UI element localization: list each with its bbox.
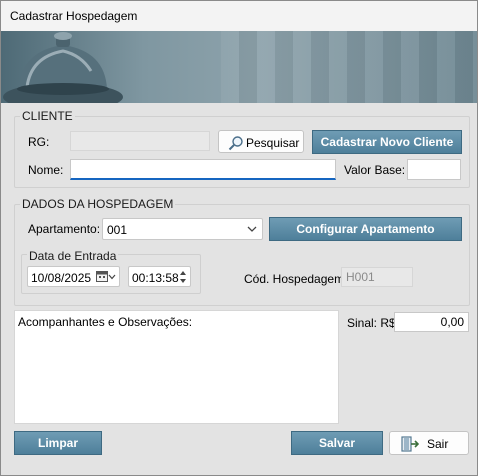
sinal-field[interactable] <box>394 312 469 332</box>
sair-button[interactable]: Sair <box>389 431 469 455</box>
new-client-button[interactable]: Cadastrar Novo Cliente <box>312 130 462 154</box>
search-button[interactable]: Pesquisar <box>218 130 304 153</box>
limpar-button[interactable]: Limpar <box>14 431 102 455</box>
exit-door-icon <box>401 436 419 452</box>
calendar-icon <box>96 271 116 282</box>
hospedagem-group-label: DADOS DA HOSPEDAGEM <box>20 197 176 211</box>
window-title: Cadastrar Hospedagem <box>10 9 138 23</box>
time-value: 00:13:58 <box>132 271 179 285</box>
spin-updown-icon[interactable] <box>179 270 187 284</box>
cod-hospedagem-field <box>341 267 413 287</box>
apartamento-value: 001 <box>107 223 128 237</box>
rg-label: RG: <box>28 135 50 149</box>
magnifier-icon <box>228 136 243 151</box>
nome-label: Nome: <box>28 163 64 177</box>
title-bar: Cadastrar Hospedagem <box>1 1 477 31</box>
apartamento-select[interactable]: 001 <box>102 218 263 240</box>
valor-base-label: Valor Base: <box>344 163 406 177</box>
chevron-down-icon <box>247 226 257 232</box>
nome-field[interactable] <box>70 159 336 180</box>
main-window: Cadastrar Hospedagem CLIENTE RG: Pesquis… <box>0 0 478 476</box>
observacoes-label: Acompanhantes e Observações: <box>18 315 193 329</box>
cliente-group-label: CLIENTE <box>20 109 75 123</box>
valor-base-field[interactable] <box>407 159 461 180</box>
configure-apartment-button[interactable]: Configurar Apartamento <box>269 217 462 241</box>
rg-field[interactable] <box>70 131 210 151</box>
data-entrada-label: Data de Entrada <box>27 249 119 263</box>
cod-hospedagem-label: Cód. Hospedagem: <box>244 272 348 286</box>
banner-texture <box>221 31 477 103</box>
sair-button-label: Sair <box>427 437 449 451</box>
sinal-label: Sinal: R$ <box>347 316 396 330</box>
date-value: 10/08/2025 <box>31 271 92 285</box>
reception-bell-image <box>3 32 123 103</box>
time-picker[interactable]: 00:13:58 <box>128 266 191 287</box>
apartamento-label: Apartamento: <box>28 222 101 236</box>
date-picker[interactable]: 10/08/2025 <box>27 266 120 287</box>
form-content: CLIENTE RG: Pesquisar Cadastrar Novo Cli… <box>1 103 477 475</box>
salvar-button[interactable]: Salvar <box>291 431 383 455</box>
header-banner <box>1 31 477 103</box>
search-button-label: Pesquisar <box>246 136 300 150</box>
